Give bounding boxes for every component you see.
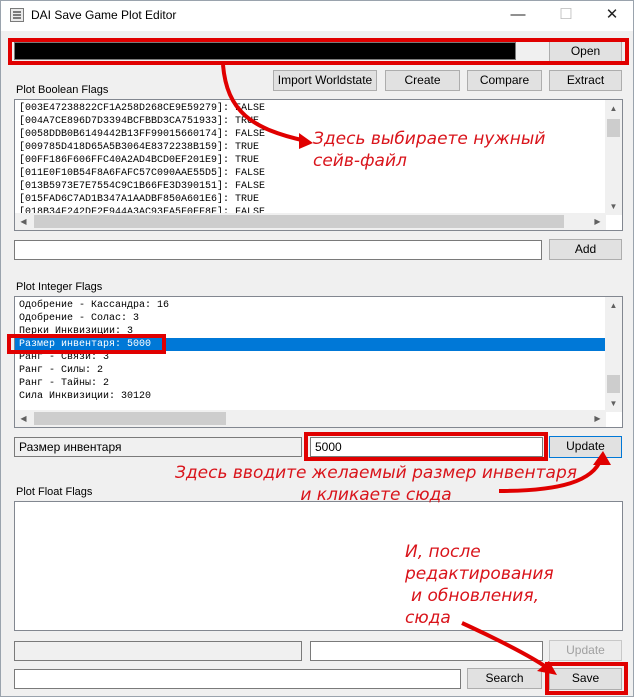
file-annotation: Здесь выбираете нужный сейв-файл <box>313 128 545 172</box>
editor-window: DAI Save Game Plot Editor — ☐ ✕ Open Imp… <box>0 0 634 697</box>
size-note-line: Здесь вводите желаемый размер инвентаря <box>175 463 577 483</box>
file-note-line: Здесь выбираете нужный <box>313 129 546 149</box>
save-note-line: И, после <box>405 542 481 562</box>
save-annotation: И, после редактирования и обновления, сю… <box>405 541 575 629</box>
save-note-line: сюда <box>405 608 451 628</box>
size-annotation: Здесь вводите желаемый размер инвентаря … <box>146 462 606 506</box>
save-note-line: и обновления, <box>411 586 539 606</box>
file-note-line: сейв-файл <box>313 151 407 171</box>
size-note-line: и кликаете сюда <box>300 485 452 505</box>
save-note-line: редактирования <box>405 564 554 584</box>
